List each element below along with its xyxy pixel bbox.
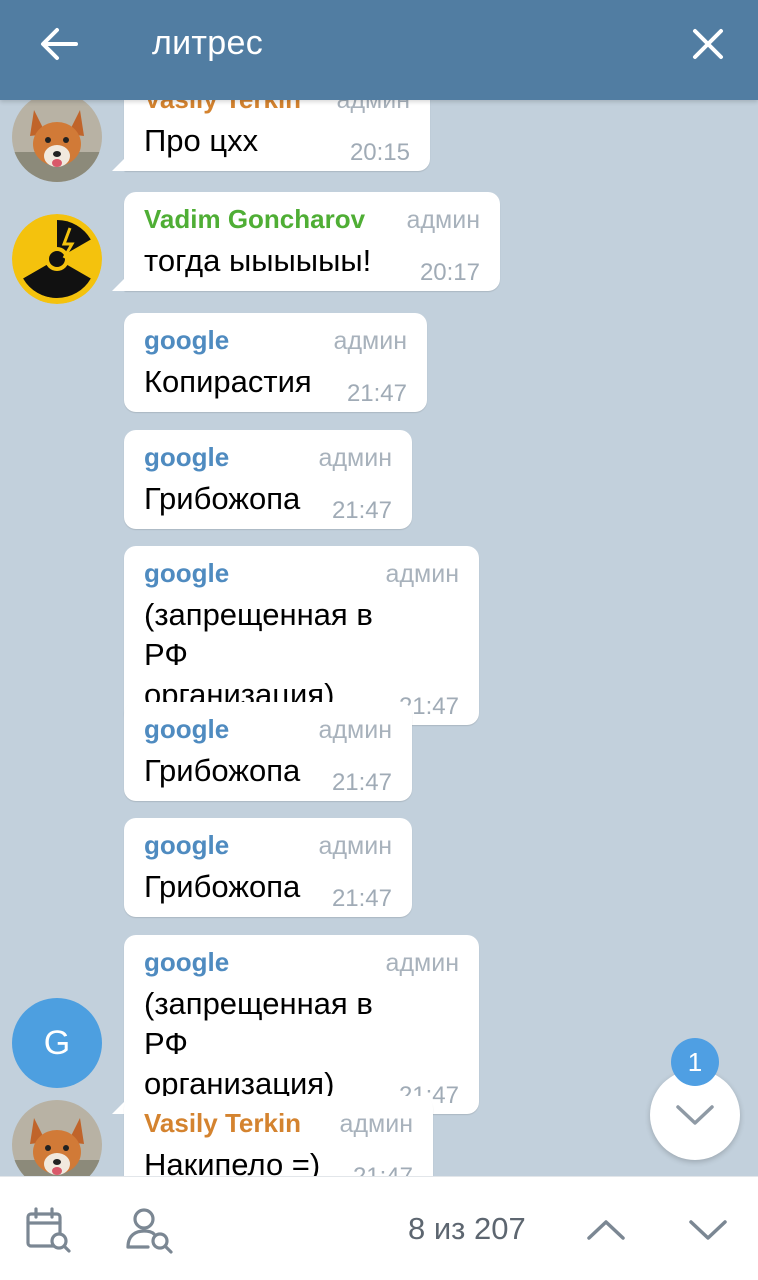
message-text: Грибожопа [144,481,301,516]
next-result-button[interactable] [680,1203,736,1257]
message-time: 21:47 [331,497,392,524]
message-bubble[interactable]: google админ Грибожопа 21:47 [124,818,412,917]
close-icon [693,29,723,59]
message-text: (запрещенная в РФ организация) [144,986,373,1101]
search-by-date-button[interactable] [20,1203,76,1257]
admin-badge: админ [385,949,459,977]
message-author[interactable]: google [144,442,229,473]
message-bubble[interactable]: google админ Грибожопа 21:47 [124,430,412,529]
message-time: 20:15 [349,139,410,166]
message-bubble[interactable]: Vadim Goncharov админ тогда ыыыыыы! 20:1… [124,192,500,291]
message-bubble[interactable]: google админ (запрещенная в РФ организац… [124,546,479,725]
message-text: Грибожопа [144,869,301,904]
message-text: (запрещенная в РФ организация) [144,597,373,712]
admin-badge: админ [336,100,410,114]
message-text: тогда ыыыыыы! [144,243,372,278]
avatar-vasily-terkin[interactable] [12,1100,102,1176]
message-text: Про цхх [144,123,259,158]
close-search-button[interactable] [684,20,732,68]
admin-badge: админ [333,327,407,355]
message-bubble[interactable]: google админ Грибожопа 21:47 [124,702,412,801]
search-by-user-button[interactable] [122,1203,178,1257]
admin-badge: админ [318,716,392,744]
message-time: 20:17 [419,259,480,286]
message-text: Накипело =) [144,1147,321,1176]
message-time: 21:47 [331,885,392,912]
message-text: Копирастия [144,364,312,399]
message-author[interactable]: google [144,714,229,745]
message-author[interactable]: google [144,947,229,978]
message-author[interactable]: Vadim Goncharov [144,204,365,235]
avatar-vadim-goncharov[interactable] [12,214,102,304]
fox-avatar-icon [12,1100,102,1176]
message-time: 21:47 [346,380,407,407]
admin-badge: админ [339,1110,413,1138]
message-list[interactable]: Vasily Terkin админ Про цхх 20:15 Vadim … [0,100,758,1176]
back-button[interactable] [34,22,84,66]
previous-result-button[interactable] [578,1203,634,1257]
avatar-initial: G [43,1023,71,1062]
message-bubble[interactable]: google админ Копирастия 21:47 [124,313,427,412]
admin-badge: админ [318,832,392,860]
admin-badge: админ [318,444,392,472]
message-bubble[interactable]: google админ (запрещенная в РФ организац… [124,935,479,1114]
message-text: Грибожопа [144,753,301,788]
message-author[interactable]: google [144,325,229,356]
message-bubble[interactable]: Vasily Terkin админ Накипело =) 21:47 [124,1096,433,1176]
unread-count-badge: 1 [671,1038,719,1086]
chevron-down-icon [676,1105,714,1125]
search-navigation-bar: 8 из 207 [0,1176,758,1280]
admin-badge: админ [385,560,459,588]
search-result-counter: 8 из 207 [408,1211,526,1246]
message-time: 21:47 [353,1163,413,1176]
message-author[interactable]: google [144,558,229,589]
top-bar: литрес [0,0,758,100]
calendar-search-icon [26,1207,71,1253]
fox-avatar-icon [12,100,102,182]
message-author[interactable]: Vasily Terkin [144,1108,301,1139]
message-author[interactable]: Vasily Terkin [144,100,301,115]
radiation-avatar-icon [12,214,102,304]
user-search-icon [126,1208,173,1254]
avatar-vasily-terkin[interactable] [12,100,102,182]
admin-badge: админ [406,206,480,234]
arrow-left-icon [41,28,78,60]
search-query-title[interactable]: литрес [152,24,263,63]
message-time: 21:47 [331,769,392,796]
chevron-down-icon [689,1220,727,1240]
message-bubble[interactable]: Vasily Terkin админ Про цхх 20:15 [124,100,430,171]
avatar-google[interactable]: G [12,998,102,1088]
chevron-up-icon [587,1220,625,1240]
message-author[interactable]: google [144,830,229,861]
